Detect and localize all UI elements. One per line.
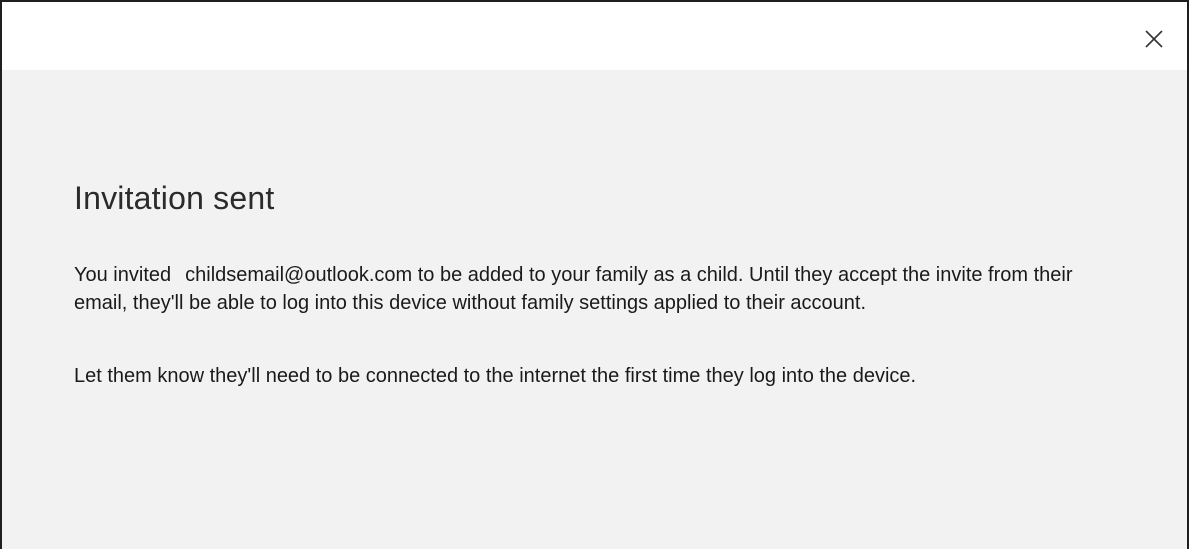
invited-email: childsemail@outlook.com: [185, 264, 413, 286]
invitation-message-prefix: You invited: [74, 264, 172, 286]
dialog-content: Invitation sent You invited childsemail@o…: [74, 180, 1074, 390]
close-button[interactable]: [1139, 24, 1169, 54]
invitation-dialog: Invitation sent You invited childsemail@o…: [0, 0, 1189, 549]
connection-notice: Let them know they'll need to be connect…: [74, 365, 917, 387]
close-icon: [1145, 30, 1163, 48]
dialog-heading: Invitation sent: [74, 180, 275, 216]
dialog-title-bar: [2, 2, 1187, 70]
invitation-message: You invited childsemail@outlook.com to be…: [74, 261, 1074, 317]
